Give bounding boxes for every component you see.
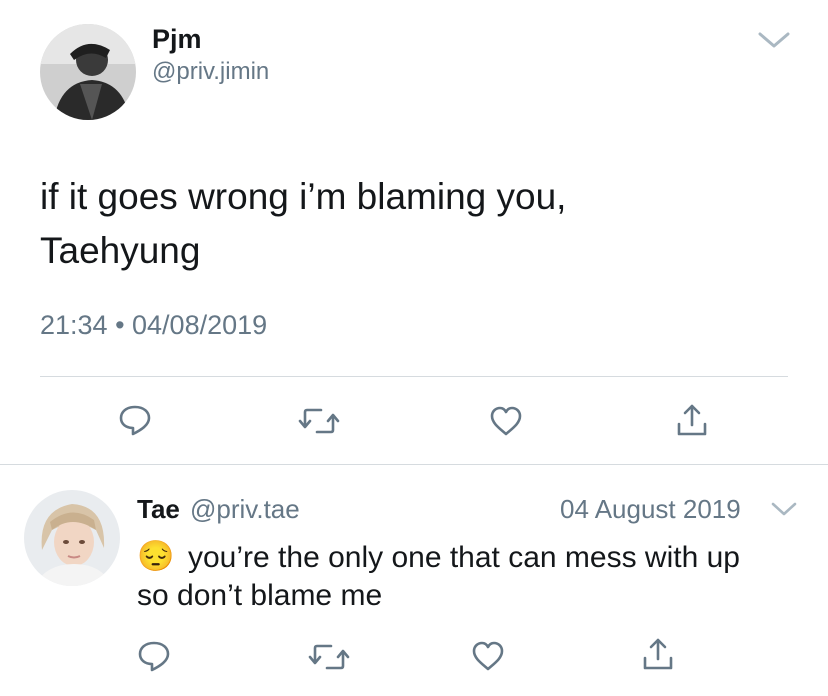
- section-divider: [0, 464, 828, 465]
- like-icon[interactable]: [489, 405, 523, 437]
- reply-icon[interactable]: [118, 404, 152, 436]
- reply-icon[interactable]: [137, 640, 171, 672]
- reply-text-line1: you’re the only one that can mess with u…: [188, 541, 740, 574]
- tweet-display-name[interactable]: Pjm: [152, 24, 202, 54]
- reply-text-line2: so don’t blame me: [137, 579, 383, 612]
- chevron-down-icon[interactable]: [770, 500, 798, 518]
- reply-avatar[interactable]: [24, 490, 120, 586]
- tweet-text-line1: if it goes wrong i’m blaming you,: [40, 176, 567, 217]
- avatar-photo-icon: [40, 24, 136, 120]
- reply-display-name[interactable]: Tae: [137, 494, 180, 524]
- retweet-icon[interactable]: [307, 642, 351, 672]
- tweet-divider: [40, 376, 788, 377]
- tweet-avatar[interactable]: [40, 24, 136, 120]
- tweet-text-line2: Taehyung: [40, 230, 201, 271]
- chevron-down-icon[interactable]: [756, 30, 792, 50]
- tweet-timestamp[interactable]: 21:34 • 04/08/2019: [40, 309, 267, 341]
- reply-handle[interactable]: @priv.tae: [190, 494, 300, 524]
- like-icon[interactable]: [471, 640, 505, 672]
- retweet-icon[interactable]: [297, 406, 341, 436]
- share-icon[interactable]: [641, 636, 675, 672]
- pensive-emoji: 😔: [137, 540, 175, 573]
- reply-date[interactable]: 04 August 2019: [560, 494, 741, 524]
- avatar-photo-icon: [24, 490, 120, 586]
- share-icon[interactable]: [675, 402, 709, 438]
- tweet-handle[interactable]: @priv.jimin: [152, 58, 269, 86]
